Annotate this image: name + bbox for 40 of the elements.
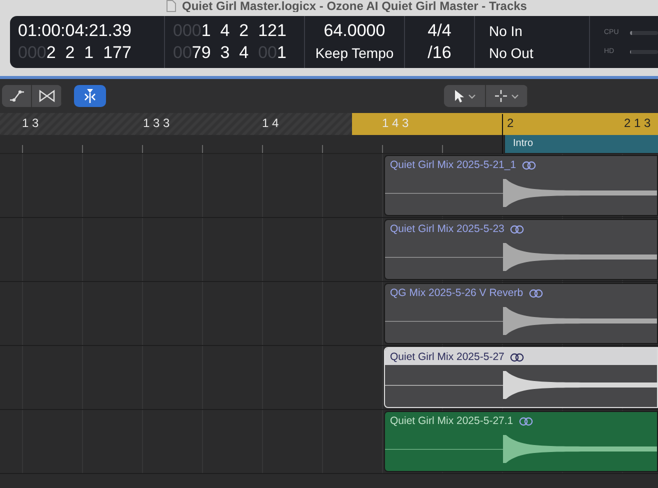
bar-number: 1 3 3 [143,116,170,130]
crosshair-icon [494,90,506,102]
region-name: Quiet Girl Mix 2025-5-27.1 [390,415,514,427]
chevron-down-icon [468,94,476,98]
stereo-icon [529,288,544,298]
bar-number: 2 1 3 [624,116,651,130]
lcd-value[interactable]: 4/4 [428,20,452,42]
lcd-value[interactable]: 64.0000 [324,20,386,42]
audio-region[interactable]: QG Mix 2025-5-26 V Reverb [384,283,658,344]
bar-number: 1 4 3 [382,116,409,130]
crossfade-icon [38,89,56,103]
region-name: QG Mix 2025-5-26 V Reverb [390,287,524,299]
stereo-icon [510,224,524,234]
audio-region[interactable]: Quiet Girl Mix 2025-5-21_1 [384,155,658,216]
bar-number: 2 [507,116,514,130]
region-name: Quiet Girl Mix 2025-5-27 [390,351,504,363]
bar-number: 1 3 [22,116,39,130]
curve-icon [8,90,26,102]
bar-number: 1 4 [262,116,279,130]
stereo-icon [510,352,524,362]
pointer-icon [454,90,464,102]
lcd-value[interactable]: Keep Tempo [315,42,394,64]
lcd-value[interactable]: No Out [483,42,589,64]
stereo-icon [522,160,536,170]
snap-icon [82,89,98,103]
lcd-value[interactable]: 01:00:04:21.39 [18,20,164,42]
audio-region[interactable]: Quiet Girl Mix 2025-5-23 [384,219,658,280]
region-name: Quiet Girl Mix 2025-5-23 [390,223,504,235]
lcd-value[interactable]: No In [483,20,589,42]
curve-tool-button[interactable] [2,85,32,107]
audio-region[interactable]: Quiet Girl Mix 2025-5-27.1 [384,411,658,472]
chevron-down-icon [510,94,518,98]
stereo-icon [519,416,534,426]
snap-button[interactable] [74,85,106,107]
pointer-tool-dropdown[interactable] [444,85,486,107]
timeline-ruler[interactable]: 1 3 1 3 3 1 4 1 4 3 2 2 1 3 [0,113,658,135]
audio-region[interactable]: Quiet Girl Mix 2025-5-27 [384,347,658,408]
marker[interactable]: Intro [504,135,658,153]
lcd-value[interactable]: /16 [428,42,452,64]
region-name: Quiet Girl Mix 2025-5-21_1 [390,159,516,171]
